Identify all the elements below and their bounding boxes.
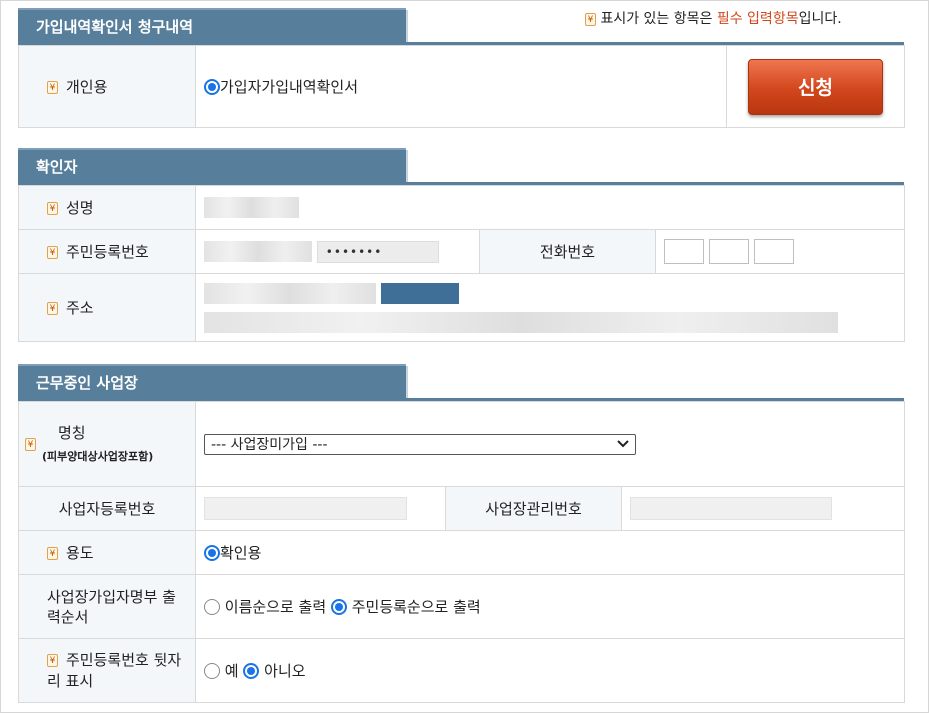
phone-part-3-input[interactable] <box>753 239 794 264</box>
section-confirmer-title: 확인자 <box>18 148 408 184</box>
address-redacted <box>204 311 838 333</box>
personal-use-label-cell: ¥ 개인용 <box>18 45 196 128</box>
section-claim-title: 가입내역확인서 청구내역 <box>18 8 408 44</box>
section-workplace-title: 근무중인 사업장 <box>18 364 408 400</box>
biz-mgmt-label-cell: 사업장관리번호 <box>445 486 622 531</box>
name-label-cell: ¥ 성명 <box>18 185 196 230</box>
required-mark-icon: ¥ <box>47 246 58 259</box>
purpose-confirm-radio[interactable] <box>204 544 220 561</box>
required-highlight: 필수 입력항목 <box>716 11 799 27</box>
required-notice: ¥ 표시가 있는 항목은 필수 입력항목입니다. <box>585 8 842 28</box>
claim-table: ¥ 개인용 가입자가입내역확인서 신청 <box>18 45 905 128</box>
confirmer-table: ¥ 성명 ¥ 주민등록번호 ••••••• 전화번호 ¥ 주소 <box>18 185 906 342</box>
workplace-name-label-cell: ¥ 명칭 (피부양대상사업장포함) <box>18 401 196 487</box>
biz-reg-value-cell <box>195 486 446 531</box>
rrn-value-cell: ••••••• <box>195 229 480 274</box>
address-search-button[interactable] <box>380 282 459 304</box>
rrn-display-no-radio[interactable] <box>243 662 260 679</box>
apply-cell: 신청 <box>726 45 905 128</box>
required-mark-icon: ¥ <box>47 81 58 94</box>
required-mark-icon: ¥ <box>47 302 58 315</box>
biz-mgmt-input[interactable] <box>630 497 832 520</box>
order-by-rrn-radio[interactable] <box>330 598 347 615</box>
purpose-value-cell: 확인용 <box>195 530 905 575</box>
address-value-cell <box>194 273 906 342</box>
order-by-name-radio[interactable] <box>204 598 220 615</box>
order-label-cell: 사업장가입자명부 출력순서 <box>18 574 196 639</box>
rrn-display-yes-radio[interactable] <box>204 662 220 679</box>
rrn-display-label-cell: ¥ 주민등록번호 뒷자리 표시 <box>18 638 196 703</box>
phone-value-cell <box>654 229 906 274</box>
address-label-cell: ¥ 주소 <box>18 273 196 342</box>
phone-part-2-input[interactable] <box>708 239 749 264</box>
required-mark-icon: ¥ <box>585 12 596 26</box>
apply-button[interactable]: 신청 <box>748 58 883 115</box>
certificate-radio[interactable] <box>204 78 220 95</box>
workplace-table: ¥ 명칭 (피부양대상사업장포함) --- 사업장미가입 --- 사업자등록번호 <box>18 401 905 703</box>
name-value-cell <box>194 185 906 230</box>
purpose-label-cell: ¥ 용도 <box>18 530 196 575</box>
certificate-option-cell: 가입자가입내역확인서 <box>195 45 727 128</box>
phone-label-cell: 전화번호 <box>479 229 656 274</box>
order-value-cell: 이름순으로 출력 주민등록순으로 출력 <box>195 574 905 639</box>
rrn-display-value-cell: 예 아니오 <box>195 638 905 703</box>
required-mark-icon: ¥ <box>47 653 58 667</box>
required-mark-icon: ¥ <box>47 202 58 215</box>
phone-part-1-input[interactable] <box>664 239 704 264</box>
workplace-select[interactable]: --- 사업장미가입 --- <box>204 433 636 455</box>
workplace-select-cell: --- 사업장미가입 --- <box>195 401 905 487</box>
biz-reg-input[interactable] <box>204 497 407 520</box>
required-mark-icon: ¥ <box>25 437 36 451</box>
rrn-front-redacted <box>204 241 312 262</box>
zipcode-redacted <box>204 282 376 304</box>
name-value-redacted <box>204 197 299 218</box>
rrn-label-cell: ¥ 주민등록번호 <box>18 229 196 274</box>
biz-mgmt-value-cell <box>621 486 905 531</box>
required-mark-icon: ¥ <box>47 547 58 560</box>
chevron-down-icon <box>617 436 629 452</box>
biz-reg-label-cell: 사업자등록번호 <box>18 486 196 531</box>
rrn-back-field[interactable]: ••••••• <box>316 240 439 263</box>
